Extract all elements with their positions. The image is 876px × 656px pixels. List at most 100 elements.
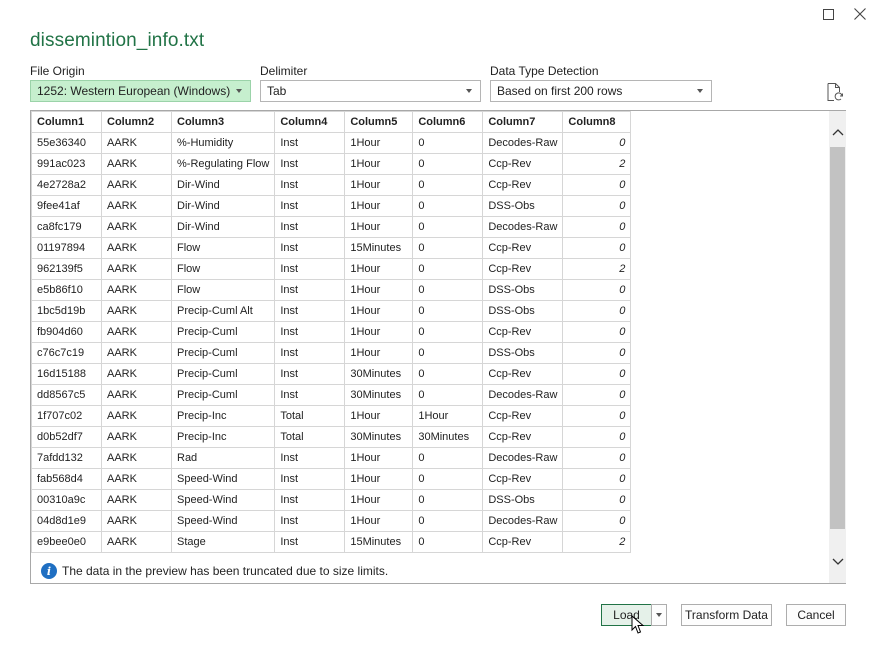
table-cell: Inst <box>274 237 346 259</box>
table-cell: Decodes-Raw <box>482 510 564 532</box>
table-cell: 4e2728a2 <box>31 174 102 196</box>
table-row: dd8567c5 AARK Precip-Cuml Inst 30Minutes 0 Dec… <box>31 384 632 406</box>
table-cell: 0 <box>412 531 484 553</box>
table-cell: Ccp-Rev <box>482 174 564 196</box>
table-cell: Precip-Inc <box>170 426 276 448</box>
table-cell: Dir-Wind <box>170 195 276 217</box>
table-cell: 0 <box>412 363 484 385</box>
table-cell: Precip-Cuml <box>170 321 276 343</box>
table-cell: DSS-Obs <box>482 300 564 322</box>
chevron-down-icon <box>466 89 472 93</box>
table-cell: 0 <box>412 279 484 301</box>
table-cell: Decodes-Raw <box>482 216 564 238</box>
table-cell: 0 <box>562 237 632 259</box>
table-cell: Decodes-Raw <box>482 447 564 469</box>
data-type-detection-dropdown[interactable]: Based on first 200 rows <box>490 80 712 102</box>
table-cell: 0 <box>562 174 632 196</box>
table-cell: AARK <box>101 321 172 343</box>
table-cell: Inst <box>274 321 346 343</box>
table-row: 9fee41af AARK Dir-Wind Inst 1Hour 0 DSS-Obs 0 <box>31 195 632 217</box>
table-cell: 2 <box>562 153 632 175</box>
table-cell: 0 <box>412 342 484 364</box>
vertical-scrollbar[interactable] <box>829 111 846 583</box>
table-cell: AARK <box>101 153 172 175</box>
column-header[interactable]: Column6 <box>412 111 484 133</box>
delimiter-dropdown[interactable]: Tab <box>260 80 481 102</box>
table-row: 04d8d1e9 AARK Speed-Wind Inst 1Hour 0 Decodes-… <box>31 510 632 532</box>
table-cell: 1Hour <box>344 468 414 490</box>
table-cell: Stage <box>170 531 276 553</box>
table-cell: %-Regulating Flow <box>170 153 276 175</box>
file-origin-dropdown[interactable]: 1252: Western European (Windows) <box>30 80 251 102</box>
column-header[interactable]: Column5 <box>344 111 414 133</box>
column-header[interactable]: Column2 <box>101 111 172 133</box>
table-row: 1bc5d19b AARK Precip-Cuml Alt Inst 1Hour 0 DSS… <box>31 300 632 322</box>
table-cell: e9bee0e0 <box>31 531 102 553</box>
table-cell: 1Hour <box>344 195 414 217</box>
scroll-up-icon[interactable] <box>832 127 844 139</box>
table-cell: 0 <box>562 279 632 301</box>
table-cell: DSS-Obs <box>482 489 564 511</box>
transform-data-button[interactable]: Transform Data <box>681 604 772 626</box>
table-cell: Precip-Cuml <box>170 384 276 406</box>
table-cell: Total <box>274 405 346 427</box>
table-cell: AARK <box>101 258 172 280</box>
table-cell: 0 <box>562 426 632 448</box>
table-cell: 0 <box>562 300 632 322</box>
table-cell: 0 <box>562 447 632 469</box>
load-options-button[interactable] <box>651 604 667 626</box>
column-header[interactable]: Column7 <box>482 111 564 133</box>
close-button[interactable] <box>848 4 872 24</box>
table-cell: Inst <box>274 342 346 364</box>
table-cell: Inst <box>274 510 346 532</box>
table-row: d0b52df7 AARK Precip-Inc Total 30Minutes 30Mi… <box>31 426 632 448</box>
table-cell: Decodes-Raw <box>482 132 564 154</box>
table-cell: 0 <box>412 300 484 322</box>
table-cell: AARK <box>101 531 172 553</box>
table-row: fb904d60 AARK Precip-Cuml Inst 1Hour 0 Ccp-Rev… <box>31 321 632 343</box>
table-cell: Dir-Wind <box>170 216 276 238</box>
scroll-down-icon[interactable] <box>832 555 844 567</box>
table-cell: 0 <box>562 468 632 490</box>
table-cell: 1Hour <box>412 405 484 427</box>
table-cell: 962139f5 <box>31 258 102 280</box>
table-row: 962139f5 AARK Flow Inst 1Hour 0 Ccp-Rev 2 <box>31 258 632 280</box>
table-cell: AARK <box>101 174 172 196</box>
table-cell: AARK <box>101 468 172 490</box>
refresh-preview-button[interactable] <box>824 82 844 102</box>
scrollbar-thumb[interactable] <box>830 147 845 529</box>
table-cell: 1Hour <box>344 300 414 322</box>
table-cell: 0 <box>562 363 632 385</box>
table-cell: d0b52df7 <box>31 426 102 448</box>
column-header[interactable]: Column3 <box>170 111 276 133</box>
column-header[interactable]: Column4 <box>274 111 346 133</box>
table-cell: AARK <box>101 447 172 469</box>
data-preview-panel: Column1 Column2 Column3 Column4 Column5 Colum… <box>30 110 846 584</box>
refresh-file-icon <box>827 83 843 101</box>
cancel-button[interactable]: Cancel <box>786 604 846 626</box>
chevron-down-icon <box>656 613 662 617</box>
table-cell: c76c7c19 <box>31 342 102 364</box>
table-cell: ca8fc179 <box>31 216 102 238</box>
table-cell: 0 <box>412 321 484 343</box>
table-cell: 15Minutes <box>344 237 414 259</box>
table-cell: Flow <box>170 258 276 280</box>
maximize-button[interactable] <box>816 4 840 24</box>
table-cell: 0 <box>412 447 484 469</box>
table-cell: AARK <box>101 405 172 427</box>
table-cell: Flow <box>170 279 276 301</box>
mouse-pointer-icon <box>631 615 645 634</box>
table-cell: AARK <box>101 510 172 532</box>
table-row: ca8fc179 AARK Dir-Wind Inst 1Hour 0 Decodes-Ra… <box>31 216 632 238</box>
table-cell: AARK <box>101 384 172 406</box>
table-cell: Ccp-Rev <box>482 258 564 280</box>
table-cell: AARK <box>101 342 172 364</box>
table-cell: 1Hour <box>344 279 414 301</box>
column-header[interactable]: Column1 <box>31 111 102 133</box>
column-header[interactable]: Column8 <box>562 111 632 133</box>
table-cell: 9fee41af <box>31 195 102 217</box>
delimiter-value: Tab <box>267 84 287 98</box>
table-cell: Inst <box>274 468 346 490</box>
table-cell: AARK <box>101 279 172 301</box>
table-cell: 0 <box>412 195 484 217</box>
